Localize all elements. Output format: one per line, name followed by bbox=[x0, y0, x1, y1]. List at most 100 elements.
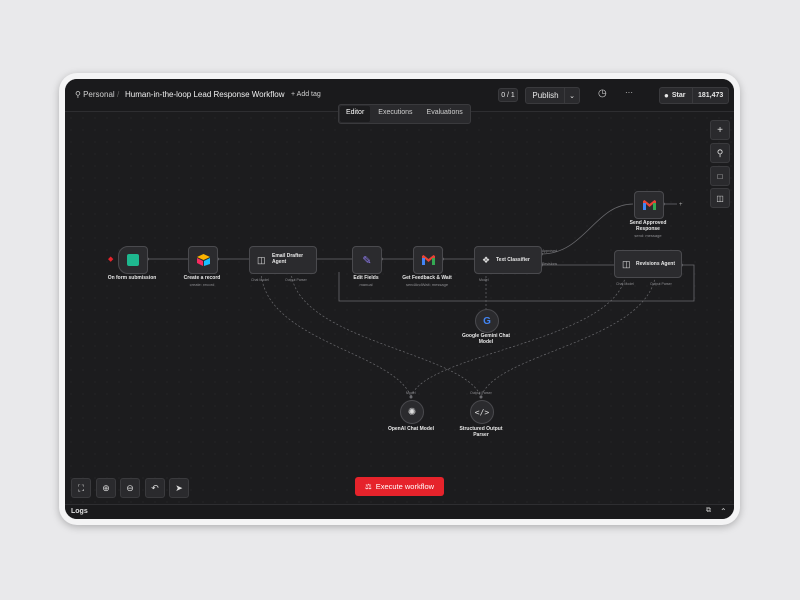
node-feedback-sub: sendAndWait: message bbox=[405, 282, 449, 287]
port-label-output-parser: Output Parser bbox=[470, 391, 492, 395]
robot-icon: ◫ bbox=[622, 258, 631, 269]
toggle-panel-button[interactable]: ◫ bbox=[710, 188, 730, 208]
search-icon: ⚲ bbox=[716, 147, 724, 158]
add-node-button[interactable]: + bbox=[710, 120, 730, 140]
node-edit-title: Edit Fields bbox=[353, 275, 379, 281]
app-window: ⚲ Personal / Human-in-the-loop Lead Resp… bbox=[65, 79, 734, 519]
star-count: 181,473 bbox=[692, 88, 723, 103]
node-parser-title: Structured Output Parser bbox=[459, 426, 502, 438]
chevron-up-icon[interactable]: ⌃ bbox=[720, 507, 727, 516]
gmail-icon bbox=[642, 200, 656, 210]
port-label-output-parser: Output Parser bbox=[285, 278, 307, 282]
workflow-name[interactable]: Human-in-the-loop Lead Response Workflow bbox=[125, 90, 285, 99]
star-label: Star bbox=[671, 92, 686, 99]
search-nodes-button[interactable]: ⚲ bbox=[710, 143, 730, 163]
version-counter: 0 / 1 bbox=[498, 88, 518, 102]
tab-executions[interactable]: Executions bbox=[372, 106, 418, 122]
output-label-approved: Approved bbox=[542, 249, 557, 253]
port-label-model: Model bbox=[406, 391, 416, 395]
fit-view-button[interactable]: ⛶ bbox=[71, 478, 91, 498]
form-icon bbox=[127, 254, 139, 266]
undo-button[interactable]: ↶ bbox=[145, 478, 165, 498]
execute-workflow-button[interactable]: ⚖ Execute workflow bbox=[355, 477, 444, 496]
google-icon: G bbox=[483, 315, 491, 327]
node-gemini-model[interactable]: G bbox=[475, 309, 499, 333]
chevron-down-icon[interactable]: ⌄ bbox=[564, 88, 579, 103]
node-airtable-title: Create a record bbox=[183, 275, 221, 281]
node-gemini-title: Google Gemini Chat Model bbox=[462, 333, 510, 345]
openai-icon: ✺ bbox=[407, 406, 417, 418]
zoom-in-icon: ⊕ bbox=[102, 482, 110, 493]
edge-drafter-parser bbox=[290, 271, 482, 398]
output-label-revisions: Revisions bbox=[542, 262, 558, 266]
view-tabs: Editor Executions Evaluations bbox=[338, 104, 471, 124]
user-icon: ⚲ bbox=[75, 90, 81, 99]
robot-icon: ◫ bbox=[257, 254, 266, 265]
port-label-model: Model bbox=[479, 278, 489, 282]
node-airtable-sub: create: record bbox=[189, 282, 215, 287]
svg-text:+: + bbox=[679, 202, 683, 208]
node-send-title-line2: Response bbox=[636, 226, 660, 232]
node-openai-model[interactable]: ✺ bbox=[400, 400, 424, 424]
version-counter-label: 0 / 1 bbox=[501, 91, 515, 99]
node-send-title: Send Approved Response bbox=[630, 220, 667, 232]
node-form-title: On form submission bbox=[107, 275, 157, 281]
node-gemini-title-line2: Model bbox=[478, 339, 494, 345]
logs-label: Logs bbox=[71, 508, 88, 515]
node-airtable[interactable] bbox=[188, 246, 218, 274]
node-parser-title-line2: Parser bbox=[473, 432, 489, 438]
logs-bar[interactable]: Logs ⧉ ⌃ bbox=[65, 504, 734, 519]
code-icon: </> bbox=[474, 407, 490, 417]
publish-button[interactable]: Publish ⌄ bbox=[525, 87, 580, 104]
node-drafter-title: Email Drafter Agent bbox=[272, 253, 303, 265]
node-output-parser[interactable]: </> bbox=[470, 400, 494, 424]
node-send-approved[interactable] bbox=[634, 191, 664, 219]
node-form-trigger[interactable] bbox=[118, 246, 148, 274]
pencil-icon: ✎ bbox=[362, 254, 372, 267]
node-edit-fields[interactable]: ✎ bbox=[352, 246, 382, 274]
breadcrumb-separator: / bbox=[117, 90, 120, 99]
fit-view-icon: ⛶ bbox=[77, 482, 85, 493]
panel-icon: ◫ bbox=[716, 193, 724, 203]
svg-text:◆: ◆ bbox=[108, 256, 114, 263]
node-openai-title: OpenAI Chat Model bbox=[387, 426, 435, 432]
node-drafter-title-line2: Agent bbox=[272, 259, 287, 265]
tags-icon: ❖ bbox=[482, 254, 491, 265]
node-edit-sub: manual bbox=[359, 282, 373, 287]
node-send-sub: send: message bbox=[634, 233, 662, 238]
connections: + ◆ bbox=[108, 202, 695, 399]
sticky-note-button[interactable]: □ bbox=[710, 166, 730, 186]
node-classifier-title: Text Classifier bbox=[496, 257, 530, 263]
plus-icon: + bbox=[717, 124, 723, 136]
history-icon[interactable]: ◷ bbox=[598, 88, 607, 99]
github-icon: ● bbox=[664, 91, 669, 100]
workspace-label: Personal bbox=[83, 90, 115, 99]
zoom-out-icon: ⊖ bbox=[126, 482, 134, 493]
gmail-icon bbox=[421, 255, 435, 265]
workflow-canvas[interactable]: + ◆ On form submission Create a record c… bbox=[65, 112, 734, 504]
node-feedback-title: Get Feedback & Wait bbox=[402, 275, 452, 281]
node-revisions-title: Revisions Agent bbox=[636, 261, 675, 267]
edge-approved-send bbox=[540, 203, 634, 255]
github-star-button[interactable]: ● Star 181,473 bbox=[659, 87, 729, 104]
port-label-chat-model: Chat Model bbox=[616, 282, 634, 286]
flask-icon: ⚖ bbox=[364, 482, 372, 491]
zoom-in-button[interactable]: ⊕ bbox=[96, 478, 116, 498]
tab-editor[interactable]: Editor bbox=[340, 106, 371, 122]
zoom-out-button[interactable]: ⊖ bbox=[120, 478, 140, 498]
port-label-chat-model: Chat Model bbox=[251, 278, 269, 282]
cursor-icon: ➤ bbox=[175, 482, 183, 493]
note-icon: □ bbox=[717, 171, 723, 181]
node-gmail-feedback[interactable] bbox=[413, 246, 443, 274]
popout-icon[interactable]: ⧉ bbox=[706, 507, 711, 515]
more-options-button[interactable]: ··· bbox=[625, 88, 633, 97]
tab-evaluations[interactable]: Evaluations bbox=[421, 106, 469, 122]
tidy-up-button[interactable]: ➤ bbox=[169, 478, 189, 498]
add-tag-button[interactable]: + Add tag bbox=[291, 91, 321, 98]
edge-drafter-openai bbox=[260, 271, 412, 398]
undo-icon: ↶ bbox=[151, 482, 159, 493]
execute-workflow-label: Execute workflow bbox=[375, 482, 435, 491]
airtable-icon bbox=[196, 254, 210, 266]
port-label-output-parser: Output Parser bbox=[650, 282, 672, 286]
workspace-link[interactable]: ⚲ Personal bbox=[75, 90, 115, 99]
